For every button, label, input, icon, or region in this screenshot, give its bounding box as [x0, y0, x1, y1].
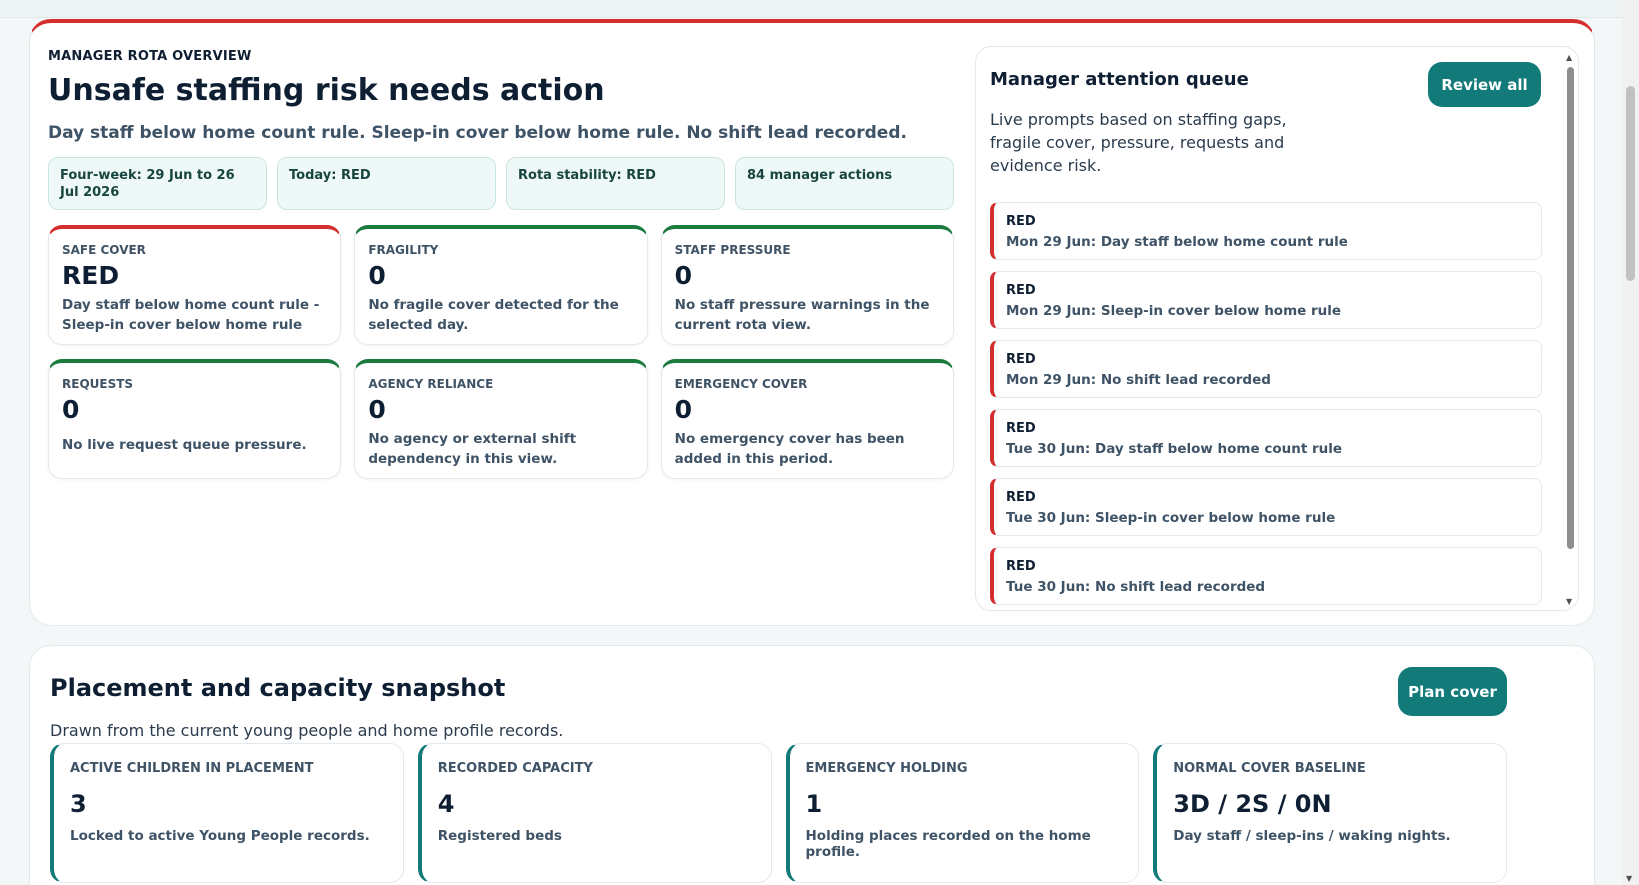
queue-scrollbar[interactable]: ▲ ▼ — [1564, 53, 1576, 606]
metric-value: 0 — [368, 261, 386, 290]
metric-safe-cover[interactable]: SAFE COVER RED Day staff below home coun… — [48, 225, 342, 345]
metric-value: 0 — [368, 395, 386, 424]
metric-value: 0 — [674, 261, 693, 290]
placement-card-label: RECORDED CAPACITY — [437, 761, 593, 776]
metric-emergency-cover[interactable]: EMERGENCY COVER 0 No emergency cover has… — [660, 359, 954, 479]
plan-cover-button[interactable]: Plan cover — [1398, 667, 1507, 716]
chip-today: Today: RED — [277, 157, 496, 210]
placement-card-normal-cover: NORMAL COVER BASELINE 3D / 2S / 0N Day s… — [1153, 743, 1507, 883]
rota-overview-card: MANAGER ROTA OVERVIEW Unsafe staffing ri… — [29, 19, 1595, 626]
chip-four-week: Four-week: 29 Jun to 26 Jul 2026 — [48, 157, 267, 210]
metric-label: SAFE COVER — [62, 243, 146, 257]
queue-item[interactable]: RED Mon 29 Jun: Day staff below home cou… — [990, 202, 1542, 260]
top-strip — [0, 0, 1622, 18]
placement-grid: ACTIVE CHILDREN IN PLACEMENT 3 Locked to… — [50, 743, 1507, 883]
queue-item-message: Mon 29 Jun: Sleep-in cover below home ru… — [1006, 303, 1342, 319]
queue-item[interactable]: RED Tue 30 Jun: Day staff below home cou… — [990, 409, 1542, 467]
placement-card-desc: Registered beds — [437, 828, 562, 844]
queue-item-severity: RED — [1006, 283, 1036, 298]
metric-label: EMERGENCY COVER — [674, 377, 808, 391]
page-scrollbar[interactable]: ▼ — [1622, 0, 1639, 885]
placement-card-value: 3 — [70, 790, 87, 818]
metric-value: 0 — [62, 395, 80, 424]
placement-card-desc: Holding places recorded on the home prof… — [805, 828, 1091, 860]
placement-title: Placement and capacity snapshot — [50, 674, 506, 702]
metric-grid: SAFE COVER RED Day staff below home coun… — [48, 225, 954, 479]
queue-item-severity: RED — [1006, 421, 1036, 436]
queue-item-severity: RED — [1006, 559, 1036, 574]
queue-item-message: Tue 30 Jun: Day staff below home count r… — [1006, 441, 1343, 457]
scroll-up-icon[interactable]: ▲ — [1566, 53, 1572, 62]
queue-item-severity: RED — [1006, 352, 1036, 367]
page-scroll-down-icon[interactable]: ▼ — [1626, 874, 1632, 883]
placement-card-label: EMERGENCY HOLDING — [805, 761, 968, 776]
queue-list: RED Mon 29 Jun: Day staff below home cou… — [990, 202, 1542, 610]
placement-card-value: 1 — [805, 790, 823, 818]
summary-chips: Four-week: 29 Jun to 26 Jul 2026 Today: … — [48, 157, 954, 210]
metric-desc: No staff pressure warnings in the curren… — [674, 297, 930, 333]
overview-eyebrow: MANAGER ROTA OVERVIEW — [48, 49, 252, 64]
queue-item-message: Mon 29 Jun: Day staff below home count r… — [1006, 234, 1348, 250]
chip-rota-stability: Rota stability: RED — [506, 157, 725, 210]
placement-card-label: ACTIVE CHILDREN IN PLACEMENT — [70, 761, 314, 776]
metric-label: FRAGILITY — [368, 243, 439, 257]
metric-desc: No agency or external shift dependency i… — [368, 431, 577, 467]
placement-card-desc: Day staff / sleep-ins / waking nights. — [1173, 828, 1451, 844]
placement-description: Drawn from the current young people and … — [50, 721, 564, 740]
queue-item-severity: RED — [1006, 214, 1036, 229]
metric-desc: Day staff below home count rule - Sleep-… — [62, 297, 320, 333]
queue-title: Manager attention queue — [990, 69, 1249, 90]
chip-manager-actions: 84 manager actions — [735, 157, 954, 210]
placement-card-desc: Locked to active Young People records. — [70, 828, 370, 844]
manager-attention-queue: Manager attention queue Live prompts bas… — [975, 46, 1579, 611]
overview-subtitle: Day staff below home count rule. Sleep-i… — [48, 123, 907, 143]
page-scrollbar-thumb[interactable] — [1626, 86, 1635, 281]
placement-capacity-card: Placement and capacity snapshot Drawn fr… — [29, 645, 1595, 885]
queue-item-message: Tue 30 Jun: Sleep-in cover below home ru… — [1006, 510, 1336, 526]
queue-item[interactable]: RED Tue 30 Jun: No shift lead recorded — [990, 547, 1542, 605]
metric-desc: No emergency cover has been added in thi… — [674, 431, 905, 467]
placement-card-emergency-holding: EMERGENCY HOLDING 1 Holding places recor… — [785, 743, 1140, 883]
placement-card-value: 4 — [437, 790, 455, 818]
queue-scrollbar-thumb[interactable] — [1567, 67, 1574, 549]
metric-agency-reliance[interactable]: AGENCY RELIANCE 0 No agency or external … — [354, 359, 648, 479]
queue-item-severity: RED — [1006, 490, 1036, 505]
queue-description: Live prompts based on staffing gaps, fra… — [990, 110, 1287, 175]
placement-card-recorded-capacity: RECORDED CAPACITY 4 Registered beds — [417, 743, 772, 883]
scroll-down-icon[interactable]: ▼ — [1566, 597, 1572, 606]
placement-card-value: 3D / 2S / 0N — [1173, 790, 1332, 818]
page-title: Unsafe staffing risk needs action — [48, 73, 605, 108]
metric-desc: No live request queue pressure. — [62, 437, 307, 453]
queue-item-message: Tue 30 Jun: No shift lead recorded — [1006, 579, 1266, 595]
metric-value: RED — [62, 261, 120, 290]
queue-item-message: Mon 29 Jun: No shift lead recorded — [1006, 372, 1271, 388]
metric-requests[interactable]: REQUESTS 0 No live request queue pressur… — [48, 359, 342, 479]
review-all-button[interactable]: Review all — [1428, 62, 1541, 107]
placement-card-label: NORMAL COVER BASELINE — [1173, 761, 1366, 776]
queue-item[interactable]: RED Mon 29 Jun: No shift lead recorded — [990, 340, 1542, 398]
queue-item[interactable]: RED Mon 29 Jun: Sleep-in cover below hom… — [990, 271, 1542, 329]
metric-label: REQUESTS — [62, 377, 134, 391]
placement-card-active-children: ACTIVE CHILDREN IN PLACEMENT 3 Locked to… — [50, 743, 404, 883]
metric-desc: No fragile cover detected for the select… — [368, 297, 619, 333]
queue-item[interactable]: RED Tue 30 Jun: Sleep-in cover below hom… — [990, 478, 1542, 536]
metric-value: 0 — [674, 395, 693, 424]
metric-fragility[interactable]: FRAGILITY 0 No fragile cover detected fo… — [354, 225, 648, 345]
metric-label: STAFF PRESSURE — [674, 243, 791, 257]
metric-label: AGENCY RELIANCE — [368, 377, 494, 391]
metric-staff-pressure[interactable]: STAFF PRESSURE 0 No staff pressure warni… — [660, 225, 954, 345]
